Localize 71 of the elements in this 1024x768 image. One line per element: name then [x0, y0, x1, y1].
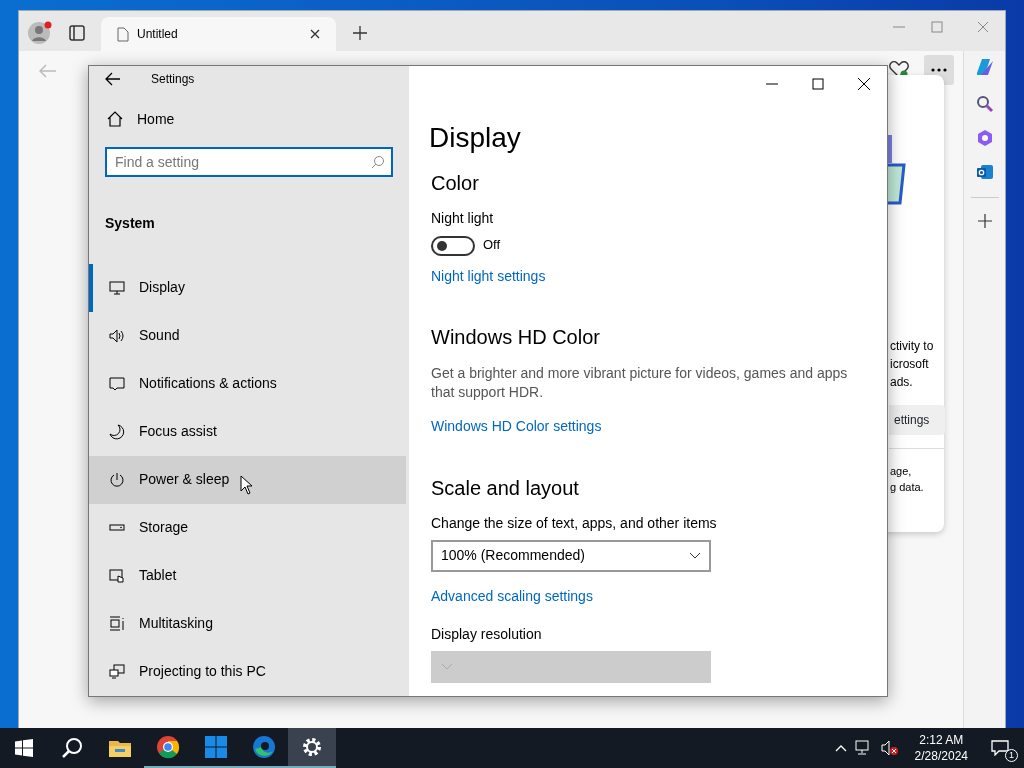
settings-link[interactable]: Night light settings — [431, 267, 546, 285]
nav-item[interactable]: Power & sleep — [89, 456, 406, 504]
settings-button[interactable]: ettings — [889, 405, 945, 435]
page-icon — [117, 26, 129, 42]
chevron-down-icon — [689, 552, 701, 560]
description-text: Get a brighter and more vibrant picture for videos, games and apps that support HDR. — [431, 364, 849, 402]
search-icon[interactable] — [975, 95, 994, 113]
notification-count: 1 — [1005, 749, 1018, 762]
multitask-icon — [109, 616, 125, 632]
search-icon — [61, 737, 83, 759]
toggle-switch[interactable] — [431, 235, 475, 256]
add-icon[interactable] — [977, 214, 992, 228]
new-tab-icon[interactable] — [352, 25, 368, 41]
panel-text: g data. — [890, 480, 924, 495]
close-icon[interactable] — [310, 29, 320, 39]
nav-item[interactable]: Multitasking — [89, 600, 406, 648]
panel-text: ctivity to — [890, 338, 934, 355]
monitor-icon — [109, 280, 125, 296]
search-icon — [371, 154, 385, 169]
section-heading: Scale and layout — [431, 475, 580, 501]
search-field[interactable]: Find a setting — [105, 146, 393, 177]
notifications-button[interactable]: 1 — [976, 728, 1024, 768]
home-nav-item[interactable]: Home — [89, 92, 409, 147]
nav-item[interactable]: Notifications & actions — [89, 360, 406, 408]
field-label: Display resolution — [431, 625, 543, 643]
window-title: Settings — [151, 71, 195, 87]
clock-time[interactable]: 2:12 AM — [919, 732, 964, 748]
field-label: Night light — [431, 210, 495, 228]
moon-icon — [109, 424, 125, 440]
nav-item[interactable]: Projecting to this PC — [89, 648, 406, 696]
mouse-pointer-icon — [240, 475, 254, 495]
nav-item[interactable]: Focus assist — [89, 408, 406, 456]
back-icon[interactable] — [105, 72, 121, 87]
volume-muted-icon[interactable] — [880, 740, 899, 756]
clock-date[interactable]: 2/28/2024 — [914, 748, 968, 764]
toggle-state: Off — [483, 237, 501, 254]
dropdown[interactable]: 100% (Recommended) — [431, 540, 711, 572]
office-icon[interactable] — [975, 129, 994, 147]
speaker-icon — [109, 328, 125, 344]
chevron-up-icon[interactable] — [834, 744, 847, 752]
page-title: Display — [429, 121, 522, 155]
nav-item[interactable]: Storage — [89, 504, 406, 552]
settings-link[interactable]: Advanced scaling settings — [431, 588, 593, 606]
nav-item[interactable]: Display — [89, 264, 406, 312]
profile-icon[interactable] — [27, 19, 53, 45]
chevron-down-icon — [441, 663, 453, 671]
tablet-icon — [109, 568, 125, 584]
taskbar-app[interactable] — [288, 728, 336, 768]
message-icon — [991, 740, 1009, 756]
section-heading: Windows HD Color — [431, 325, 601, 350]
mail-icon[interactable] — [975, 163, 994, 181]
home-icon — [107, 111, 123, 128]
tab-actions-icon[interactable] — [69, 25, 85, 41]
message-icon — [109, 376, 125, 392]
settings-link[interactable]: Windows HD Color settings — [431, 418, 602, 436]
field-label: Change the size of text, apps, and other items — [431, 514, 718, 532]
panel-text: icrosoft — [890, 356, 930, 373]
browser-tab[interactable]: Untitled — [101, 17, 336, 51]
maximize-icon — [812, 77, 824, 90]
nav-item[interactable]: Sound — [89, 312, 406, 360]
section-heading: Color — [431, 171, 480, 196]
tiles-icon — [203, 734, 229, 760]
nav-item[interactable]: Tablet — [89, 552, 406, 600]
tab-title: Untitled — [137, 26, 179, 42]
panel-text: age, — [890, 464, 913, 479]
windows-logo-icon — [15, 739, 33, 757]
section-title: System — [105, 214, 156, 232]
close-icon — [858, 77, 870, 90]
power-icon — [109, 472, 125, 488]
panel-text: ads. — [890, 374, 914, 391]
project-icon — [109, 664, 125, 680]
